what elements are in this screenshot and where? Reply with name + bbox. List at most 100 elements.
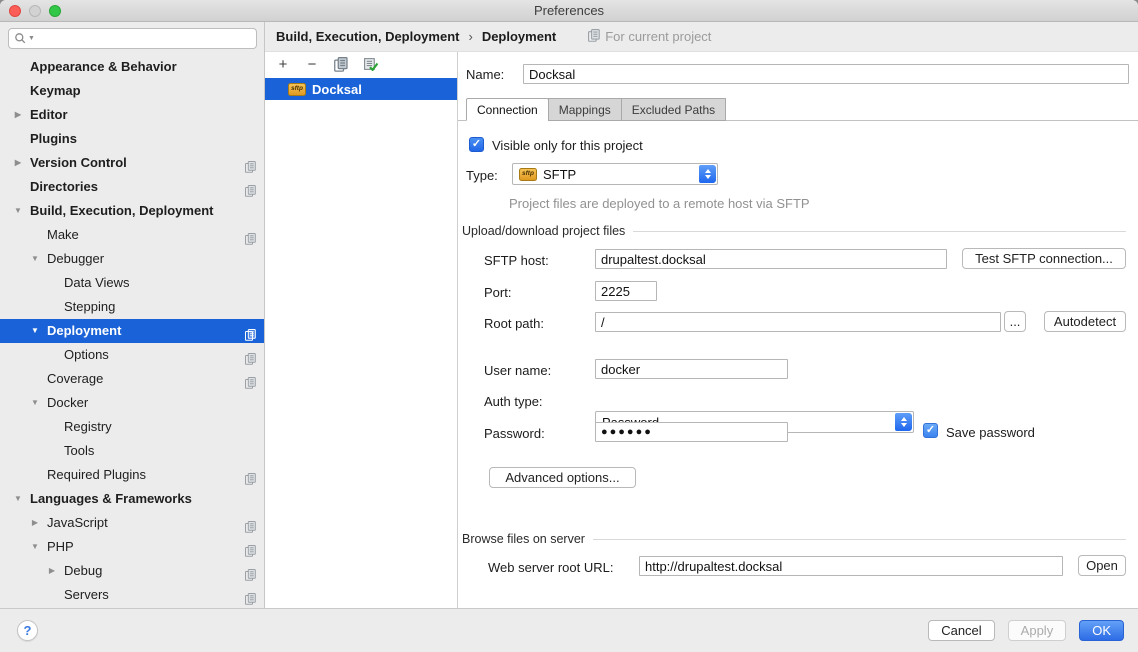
sidebar-item-editor[interactable]: ▶ Editor — [0, 103, 264, 127]
per-project-icon — [245, 565, 256, 577]
chevron-collapsed-icon[interactable]: ▶ — [29, 511, 41, 535]
per-project-icon — [245, 469, 256, 481]
sidebar-item-label: Docker — [47, 395, 88, 410]
type-select[interactable]: sftp SFTP — [512, 163, 718, 185]
root-path-input[interactable] — [595, 312, 1001, 332]
sftp-host-input[interactable] — [595, 249, 947, 269]
sidebar-item-build-execution-deployment[interactable]: ▼ Build, Execution, Deployment — [0, 199, 264, 223]
settings-search-box[interactable]: ▼ — [8, 28, 257, 49]
chevron-collapsed-icon[interactable]: ▶ — [12, 103, 24, 127]
sidebar-item-label: Stepping — [64, 299, 115, 314]
cancel-button[interactable]: Cancel — [928, 620, 994, 641]
help-button[interactable]: ? — [17, 620, 38, 641]
sftp-file-icon: sftp — [519, 168, 537, 181]
sidebar-item-javascript[interactable]: ▶ JavaScript — [0, 511, 264, 535]
sidebar-item-debug[interactable]: ▶ Debug — [0, 559, 264, 583]
sftp-file-icon: sftp — [288, 83, 306, 96]
tab-excluded-paths[interactable]: Excluded Paths — [621, 98, 726, 121]
sidebar-item-data-views[interactable]: Data Views — [0, 271, 264, 295]
sidebar-item-label: Build, Execution, Deployment — [30, 203, 213, 218]
add-server-button[interactable]: + — [275, 56, 291, 72]
sidebar-item-registry[interactable]: Registry — [0, 415, 264, 439]
per-project-icon — [245, 157, 256, 169]
web-root-input[interactable] — [639, 556, 1063, 576]
advanced-options-button[interactable]: Advanced options... — [489, 467, 636, 488]
name-label: Name: — [466, 67, 504, 82]
copy-server-button[interactable] — [333, 56, 349, 72]
search-input[interactable] — [36, 32, 251, 46]
tab-mappings[interactable]: Mappings — [548, 98, 622, 121]
sidebar-item-version-control[interactable]: ▶Version Control — [0, 151, 264, 175]
sidebar-item-php[interactable]: ▼PHP — [0, 535, 264, 559]
breadcrumb-parent[interactable]: Build, Execution, Deployment — [276, 29, 459, 44]
password-input[interactable] — [595, 422, 788, 442]
open-url-button[interactable]: Open — [1078, 555, 1126, 576]
sidebar-item-options[interactable]: Options — [0, 343, 264, 367]
sidebar-item-coverage[interactable]: Coverage — [0, 367, 264, 391]
chevron-collapsed-icon[interactable]: ▶ — [12, 151, 24, 175]
sidebar-item-label: Make — [47, 227, 79, 242]
apply-button[interactable]: Apply — [1008, 620, 1067, 641]
config-tabs: Connection Mappings Excluded Paths — [466, 98, 726, 121]
per-project-icon — [245, 349, 256, 361]
sidebar-item-label: Debugger — [47, 251, 104, 266]
sidebar-item-plugins[interactable]: Plugins — [0, 127, 264, 151]
browse-section-label: Browse files on server — [462, 532, 585, 546]
sidebar-item-directories[interactable]: Directories — [0, 175, 264, 199]
chevron-expanded-icon[interactable]: ▼ — [12, 487, 24, 511]
autodetect-button[interactable]: Autodetect — [1044, 311, 1126, 332]
type-value: SFTP — [543, 167, 576, 182]
per-project-icon — [245, 181, 256, 193]
sidebar-item-debugger[interactable]: ▼ Debugger — [0, 247, 264, 271]
chevron-expanded-icon[interactable]: ▼ — [29, 535, 41, 559]
test-sftp-connection-button[interactable]: Test SFTP connection... — [962, 248, 1126, 269]
port-input[interactable] — [595, 281, 657, 301]
dialog-footer: ? Cancel Apply OK — [0, 608, 1138, 652]
sidebar-item-label: Debug — [64, 563, 102, 578]
chevron-expanded-icon[interactable]: ▼ — [29, 391, 41, 415]
window-title: Preferences — [0, 3, 1138, 18]
search-icon — [14, 32, 27, 45]
chevron-expanded-icon[interactable]: ▼ — [12, 199, 24, 223]
sidebar-item-label: Registry — [64, 419, 112, 434]
browse-section-header: Browse files on server — [462, 532, 1126, 546]
sidebar-item-appearance-behavior[interactable]: Appearance & Behavior — [0, 55, 264, 79]
chevron-expanded-icon[interactable]: ▼ — [29, 247, 41, 271]
ok-button[interactable]: OK — [1079, 620, 1124, 641]
browse-root-path-button[interactable]: ... — [1004, 311, 1026, 332]
sidebar-item-deployment[interactable]: ▼Deployment — [0, 319, 264, 343]
sidebar-item-label: Appearance & Behavior — [30, 59, 177, 74]
root-path-label: Root path: — [484, 316, 544, 331]
per-project-icon — [245, 541, 256, 553]
tab-connection[interactable]: Connection — [466, 98, 549, 121]
port-label: Port: — [484, 285, 511, 300]
save-password-checkbox[interactable]: ✓ — [923, 423, 938, 438]
per-project-icon — [245, 325, 256, 337]
user-name-label: User name: — [484, 363, 551, 378]
name-input[interactable] — [523, 64, 1129, 84]
server-list-item-docksal[interactable]: sftp Docksal — [265, 78, 457, 100]
visible-only-checkbox[interactable]: ✓ — [469, 137, 484, 152]
sidebar-item-label: Editor — [30, 107, 68, 122]
type-hint: Project files are deployed to a remote h… — [509, 196, 810, 211]
sidebar-item-docker[interactable]: ▼ Docker — [0, 391, 264, 415]
sidebar-item-required-plugins[interactable]: Required Plugins — [0, 463, 264, 487]
preferences-window: Preferences ▼ Appearance & Behavior Keyma… — [0, 0, 1138, 652]
sidebar-item-keymap[interactable]: Keymap — [0, 79, 264, 103]
search-options-caret-icon[interactable]: ▼ — [28, 35, 35, 42]
type-label: Type: — [466, 168, 498, 183]
chevron-expanded-icon[interactable]: ▼ — [29, 319, 41, 343]
server-item-label: Docksal — [312, 82, 362, 97]
sidebar-item-label: JavaScript — [47, 515, 108, 530]
sidebar-item-make[interactable]: Make — [0, 223, 264, 247]
sidebar-item-languages-frameworks[interactable]: ▼Languages & Frameworks — [0, 487, 264, 511]
sidebar-item-tools[interactable]: Tools — [0, 439, 264, 463]
sidebar-item-stepping[interactable]: Stepping — [0, 295, 264, 319]
sidebar-item-servers[interactable]: Servers — [0, 583, 264, 607]
chevron-collapsed-icon[interactable]: ▶ — [46, 559, 58, 583]
use-as-default-button[interactable] — [362, 56, 378, 72]
per-project-icon — [588, 29, 600, 45]
per-project-icon — [245, 517, 256, 529]
remove-server-button[interactable]: − — [304, 56, 320, 72]
user-name-input[interactable] — [595, 359, 788, 379]
